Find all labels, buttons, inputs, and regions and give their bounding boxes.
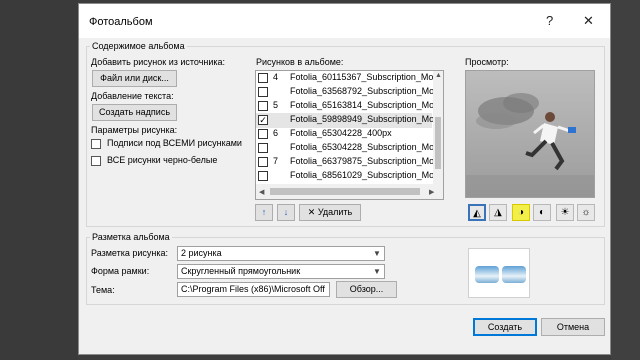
item-checkbox[interactable] [258,73,268,83]
scroll-right-icon[interactable]: ▶ [429,188,434,196]
brightness-up-icon[interactable]: ☀ [556,204,574,221]
rotate-left-icon[interactable]: ◭ [468,204,486,221]
item-checkbox[interactable] [258,101,268,111]
contrast-down-icon[interactable]: ◐ [533,204,551,221]
preview-image [465,70,595,198]
chevron-down-icon[interactable]: ▼ [370,247,384,260]
brightness-down-icon[interactable]: ☼ [577,204,595,221]
move-up-icon[interactable]: ↑ [255,204,273,221]
layout-preview [468,248,530,298]
scroll-left-icon[interactable]: ◀ [259,188,264,196]
list-item[interactable]: Fotolia_68561029_Subscription_Mon [256,169,439,184]
cancel-button[interactable]: Отмена [541,318,605,336]
layout-thumbnail [475,266,499,283]
rotate-right-icon[interactable]: ◮ [489,204,507,221]
item-checkbox[interactable] [258,143,268,153]
remove-label: Удалить [317,207,353,217]
black-white-label: ВСЕ рисунки черно-белые [107,155,218,165]
chevron-down-icon[interactable]: ▼ [370,265,384,278]
contrast-up-icon[interactable]: ◑ [512,204,530,221]
picture-options-label: Параметры рисунка: [91,125,178,135]
item-checkbox[interactable] [258,171,268,181]
captions-below-checkbox[interactable] [91,139,101,149]
list-item[interactable]: 6 Fotolia_65304228_400px [256,127,432,142]
frame-shape-select[interactable]: Скругленный прямоугольник ▼ [177,264,385,279]
list-item-selected[interactable]: ✓ Fotolia_59898949_Subscription_Mon [256,113,439,128]
list-item[interactable]: 7 Fotolia_66379875_Subscription_Mon [256,155,439,170]
album-layout-legend: Разметка альбома [90,232,172,242]
frame-shape-label: Форма рамки: [91,266,150,276]
picture-layout-label: Разметка рисунка: [91,248,169,258]
background-left [0,0,78,360]
close-icon[interactable]: ✕ [583,13,594,29]
scroll-thumb[interactable] [270,188,420,195]
captions-below-label: Подписи под ВСЕМИ рисунками [107,138,242,148]
list-vertical-scrollbar[interactable]: ▲ [433,71,443,184]
black-white-checkbox[interactable] [91,156,101,166]
help-button[interactable]: ? [546,13,553,28]
dialog-title: Фотоальбом [89,16,153,28]
remove-icon: ✕ [307,207,316,217]
browse-button[interactable]: Обзор... [336,281,397,298]
insert-from-label: Добавить рисунок из источника: [91,57,226,67]
list-item[interactable]: 4 Fotolia_60115367_Subscription_Mon [256,71,438,86]
item-checkbox[interactable] [258,129,268,139]
list-item[interactable]: Fotolia_63568792_Subscription_Mon [256,85,439,100]
preview-label: Просмотр: [465,57,509,67]
item-checkbox-checked[interactable]: ✓ [258,115,268,125]
scroll-thumb[interactable] [435,117,441,169]
layout-thumbnail [502,266,526,283]
theme-label: Тема: [91,285,115,295]
item-checkbox[interactable] [258,87,268,97]
list-horizontal-scrollbar[interactable]: ◀ ▶ [256,184,443,199]
list-item[interactable]: 5 Fotolia_65163814_Subscription_Mon [256,99,439,114]
new-textbox-button[interactable]: Создать надпись [92,104,177,121]
scroll-up-icon[interactable]: ▲ [435,72,442,79]
photo-album-dialog: Фотоальбом ? ✕ Содержимое альбома Добави… [78,3,611,355]
picture-layout-select[interactable]: 2 рисунка ▼ [177,246,385,261]
title-bar: Фотоальбом ? ✕ [79,4,610,38]
insert-text-label: Добавление текста: [91,91,174,101]
list-item[interactable]: Fotolia_65304228_Subscription_Mon [256,141,439,156]
create-button[interactable]: Создать [473,318,537,336]
file-disk-button[interactable]: Файл или диск... [92,70,177,87]
move-down-icon[interactable]: ↓ [277,204,295,221]
pictures-label: Рисунков в альбоме: [256,57,344,67]
theme-input[interactable]: C:\Program Files (x86)\Microsoft Off [177,282,330,297]
remove-button[interactable]: ✕ Удалить [299,204,361,221]
background-right [611,0,640,360]
running-man-photo [466,93,594,197]
pictures-listbox[interactable]: 4 Fotolia_60115367_Subscription_Mon Foto… [255,70,444,200]
album-content-legend: Содержимое альбома [90,41,187,51]
item-checkbox[interactable] [258,157,268,167]
